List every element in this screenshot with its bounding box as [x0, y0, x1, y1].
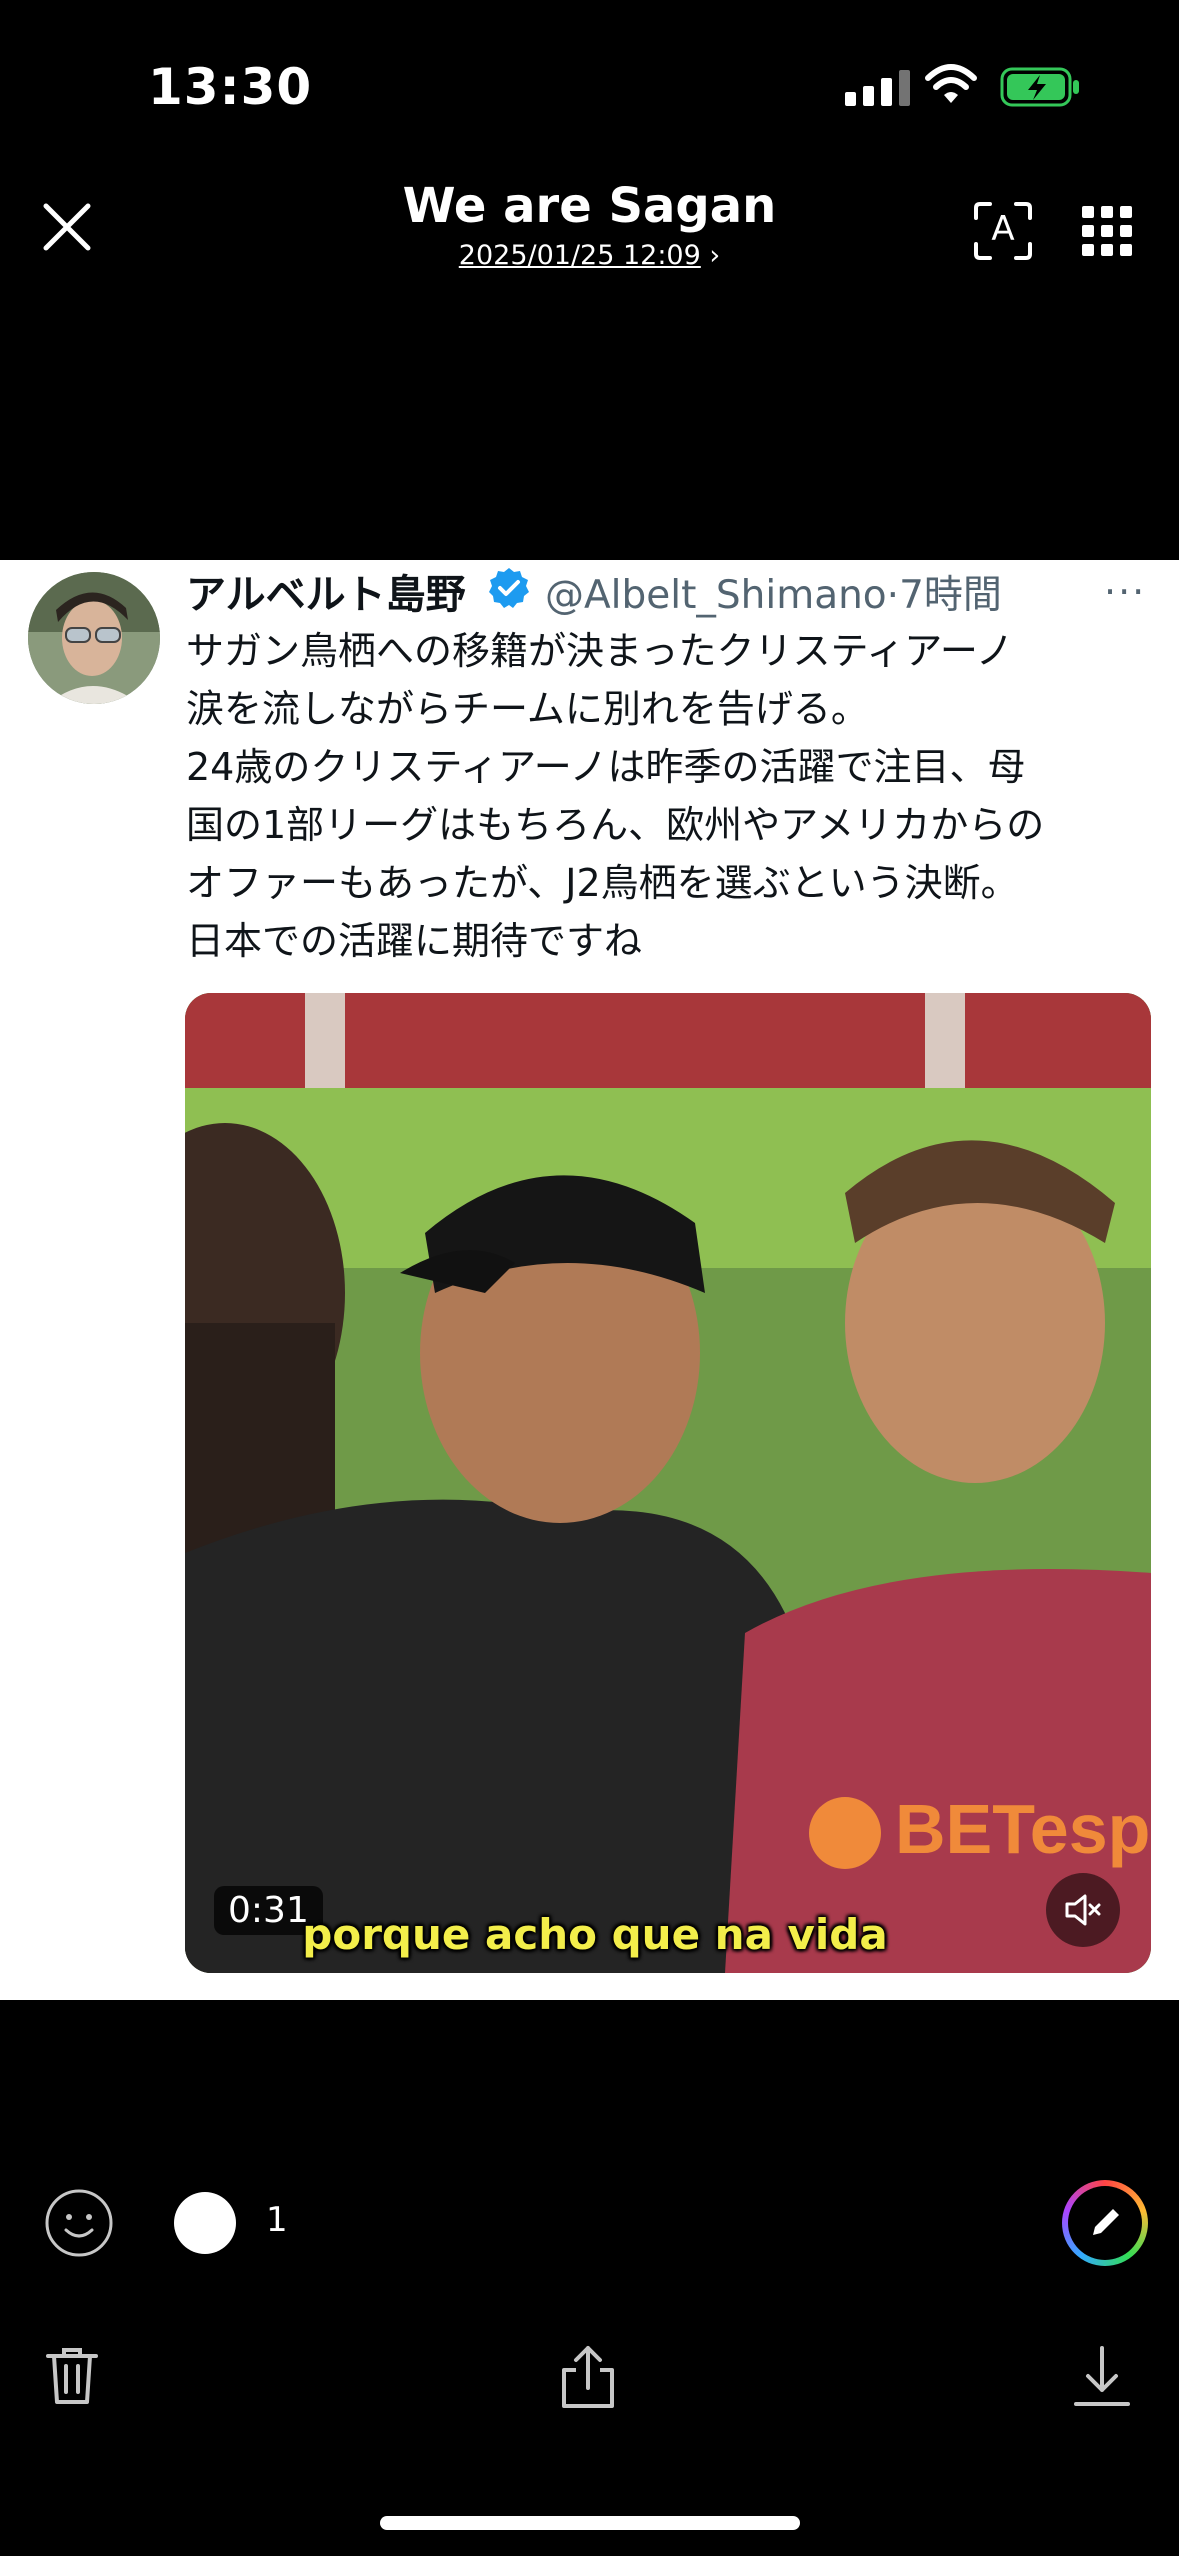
grid-view-button[interactable] [1080, 204, 1134, 262]
video-thumbnail: BETespo [185, 993, 1151, 1973]
live-text-button[interactable]: A [972, 200, 1034, 266]
post-text-line: 国の1部リーグはもちろん、欧州やアメリカからの [186, 803, 1045, 847]
post-text-line: サガン鳥栖への移籍が決まったクリスティアーノ [186, 629, 1014, 673]
post-text-line: オファーもあったが、J2鳥栖を選ぶという決断。 [186, 861, 1019, 905]
wifi-icon [924, 62, 978, 110]
post-text-line: 日本での活躍に期待ですね [186, 919, 643, 963]
smiley-add-icon [45, 2189, 113, 2257]
verified-badge-icon [487, 566, 531, 614]
markup-button[interactable] [1062, 2180, 1148, 2266]
post-time-ago: 7時間 [899, 573, 1002, 618]
reaction-count: 1 [266, 2200, 288, 2240]
live-text-letter: A [991, 209, 1015, 249]
grid-icon [1082, 206, 1132, 256]
cellular-signal-icon [845, 68, 910, 106]
mute-button [1046, 1873, 1120, 1947]
home-indicator[interactable] [380, 2516, 800, 2530]
trash-icon [46, 2348, 98, 2404]
svg-text:BETespo: BETespo [895, 1790, 1151, 1868]
separator-dot: · [886, 573, 900, 618]
download-icon [1074, 2346, 1130, 2406]
add-reaction-button[interactable] [44, 2188, 114, 2262]
post-text: サガン鳥栖への移籍が決まったクリスティアーノ 涙を流しながらチームに別れを告げる… [186, 622, 1146, 970]
chevron-right-icon: › [709, 240, 721, 271]
delete-button[interactable] [42, 2344, 102, 2412]
photo-datetime: 2025/01/25 12:09 [458, 240, 701, 271]
more-options-icon: ··· [1104, 570, 1147, 614]
share-button[interactable] [556, 2344, 620, 2416]
status-time: 13:30 [148, 58, 313, 116]
reaction-badge[interactable]: 😍 [174, 2192, 236, 2254]
video-subtitle: porque acho que na vida [302, 1910, 888, 1959]
author-name: アルベルト島野 [186, 572, 466, 618]
author-handle: @Albelt_Shimano [545, 573, 887, 618]
markup-pen-icon [1093, 2209, 1119, 2235]
post-text-line: 涙を流しながらチームに別れを告げる。 [186, 687, 869, 731]
share-icon [562, 2346, 614, 2408]
author-handle-line: @Albelt_Shimano·7時間 [545, 564, 1002, 620]
download-button[interactable] [1070, 2344, 1134, 2416]
speaker-muted-icon [1065, 1894, 1101, 1926]
post-text-line: 24歳のクリスティアーノは昨季の活躍で注目、母 [186, 745, 1026, 789]
author-avatar [28, 572, 160, 704]
battery-charging-icon [1000, 66, 1082, 112]
heart-eyes-emoji: 😍 [184, 2200, 226, 2246]
